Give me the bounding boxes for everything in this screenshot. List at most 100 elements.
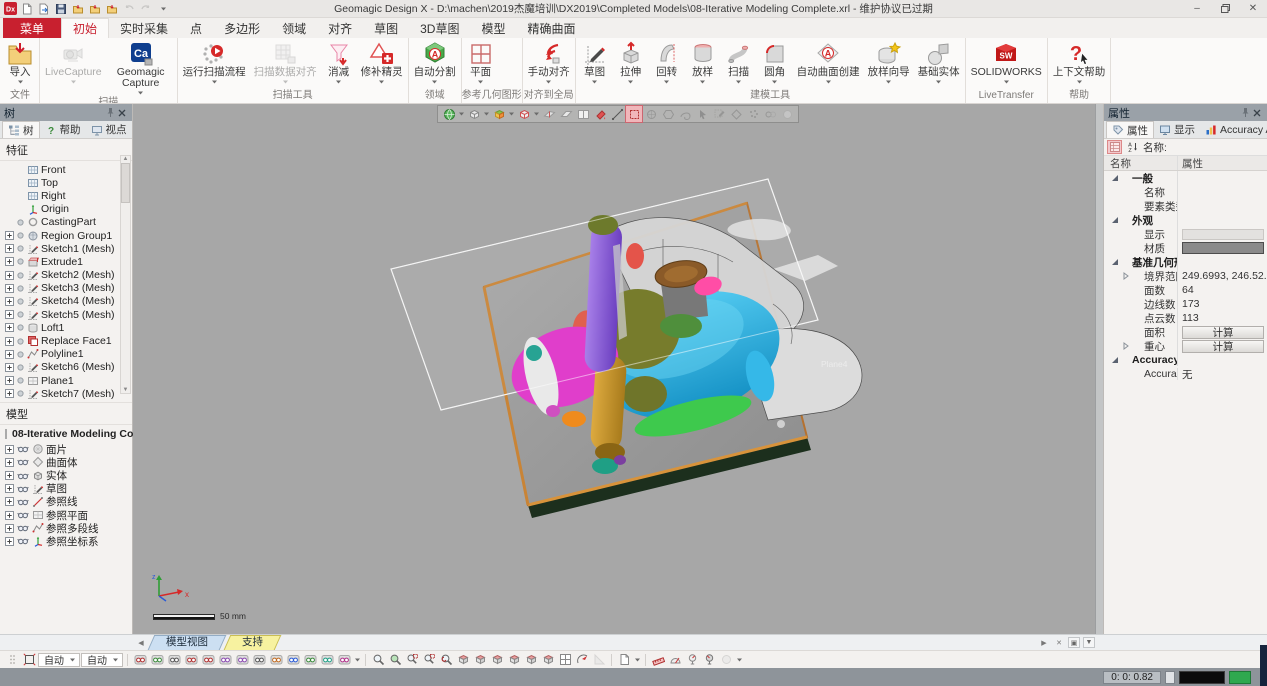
snap-mode-dropdown[interactable]: 自动	[81, 653, 123, 667]
ribbon-button[interactable]: 手动对齐	[524, 39, 574, 89]
feature-tree-item[interactable]: Sketch7 (Mesh)	[0, 387, 132, 400]
property-row[interactable]: 名称	[1104, 185, 1267, 199]
ribbon-button[interactable]: 回转	[649, 39, 685, 89]
show-hide-icon[interactable]	[16, 470, 29, 482]
redo-icon[interactable]	[139, 2, 153, 16]
visibility-toggle[interactable]	[132, 652, 148, 668]
viewport-tool[interactable]	[762, 106, 778, 122]
close-button[interactable]: ✕	[1239, 0, 1267, 17]
expander-icon[interactable]	[5, 350, 14, 359]
show-hide-icon[interactable]	[16, 509, 29, 521]
menu-button[interactable]: 菜单	[3, 18, 61, 38]
visibility-toggle[interactable]	[183, 652, 199, 668]
ribbon-button[interactable]: 平面	[463, 39, 499, 89]
feature-tree-item[interactable]: Replace Face1	[0, 334, 132, 347]
visibility-dot-icon[interactable]	[16, 219, 24, 226]
visibility-dot-icon[interactable]	[16, 311, 24, 318]
visibility-dot-icon[interactable]	[16, 232, 24, 239]
visibility-dot-icon[interactable]	[16, 245, 24, 252]
ribbon-button[interactable]: 运行扫描流程	[179, 39, 250, 89]
show-hide-icon[interactable]	[16, 522, 29, 534]
model-tree-item[interactable]: 参照平面	[0, 509, 132, 522]
ribbon-button[interactable]: 修补精灵	[357, 39, 407, 89]
ribbon-button[interactable]: A 自动分割	[410, 39, 460, 89]
compute-button[interactable]: 计算	[1182, 326, 1264, 339]
ribbon-button[interactable]: Ca Geomagic Capture	[106, 39, 176, 96]
property-row[interactable]: 面数 64 64	[1104, 283, 1267, 297]
visibility-dot-icon[interactable]	[16, 377, 24, 384]
feature-tree-item[interactable]: Sketch1 (Mesh)	[0, 242, 132, 255]
visibility-toggle[interactable]	[285, 652, 301, 668]
property-row[interactable]: 边线数 173 173	[1104, 297, 1267, 311]
ribbon-button[interactable]: 导入	[2, 39, 38, 89]
viewport-tool[interactable]	[592, 106, 608, 122]
tab-scroll-left-icon[interactable]: ◀	[135, 637, 147, 649]
viewport-tool[interactable]	[441, 106, 457, 122]
selection-filter-icon[interactable]	[21, 652, 37, 668]
open-folder3-icon[interactable]	[105, 2, 119, 16]
feature-tree-item[interactable]: Extrude1	[0, 255, 132, 268]
measure-tool[interactable]	[735, 652, 743, 668]
viewport-tool[interactable]	[558, 106, 574, 122]
viewport-tool[interactable]	[728, 106, 744, 122]
ribbon-tab[interactable]: 草图	[363, 18, 409, 38]
viewport-tool[interactable]	[466, 106, 482, 122]
feature-tree-item[interactable]: Sketch5 (Mesh)	[0, 308, 132, 321]
visibility-dot-icon[interactable]	[16, 298, 24, 305]
visibility-toggle[interactable]	[234, 652, 250, 668]
expander-icon[interactable]	[5, 389, 14, 398]
viewport-tool[interactable]	[458, 106, 465, 122]
feature-tree-item[interactable]: Sketch2 (Mesh)	[0, 269, 132, 282]
ribbon-button[interactable]: ? 上下文帮助	[1049, 39, 1110, 89]
model-tree-item[interactable]: 面片	[0, 443, 132, 456]
visibility-dot-icon[interactable]	[16, 390, 24, 397]
tree-panel-tab[interactable]: 视点	[86, 121, 132, 138]
expander-icon[interactable]	[5, 484, 14, 493]
expander-icon[interactable]	[5, 231, 14, 240]
property-row[interactable]: 点云数 113 113	[1104, 311, 1267, 325]
group-expand-icon[interactable]	[1110, 258, 1119, 266]
visibility-dot-icon[interactable]	[16, 351, 24, 358]
property-row[interactable]: Accuracy Ana... 无 无	[1104, 367, 1267, 381]
expander-icon[interactable]	[5, 363, 14, 372]
compute-button[interactable]: 计算	[1182, 340, 1264, 353]
view-tool[interactable]	[472, 652, 488, 668]
expander-icon[interactable]	[5, 458, 14, 467]
property-row[interactable]: 基准几何形状	[1104, 255, 1267, 269]
expander-icon[interactable]	[5, 376, 14, 385]
feature-tree-item[interactable]: Polyline1	[0, 348, 132, 361]
ribbon-button[interactable]: 消减	[321, 39, 357, 89]
viewport-3d-scene[interactable]: Plane4	[133, 104, 1103, 634]
measure-tool[interactable]	[684, 652, 700, 668]
viewport-tool[interactable]	[533, 106, 540, 122]
feature-tree-item[interactable]: Sketch3 (Mesh)	[0, 282, 132, 295]
selection-mode-dropdown[interactable]: 自动	[38, 653, 80, 667]
visibility-toggle[interactable]	[149, 652, 165, 668]
show-hide-icon[interactable]	[16, 483, 29, 495]
property-row[interactable]: 一般	[1104, 171, 1267, 185]
viewport-scrollbar[interactable]	[1095, 104, 1103, 634]
view-tool[interactable]	[489, 652, 505, 668]
capture-tool[interactable]	[616, 652, 632, 668]
view-tool[interactable]	[557, 652, 573, 668]
viewport-tool[interactable]	[745, 106, 761, 122]
viewport-tool[interactable]	[483, 106, 490, 122]
sort-alpha-icon[interactable]: AZ	[1125, 140, 1140, 154]
viewport[interactable]: Plane4 x z 50 mm	[133, 104, 1103, 634]
feature-tree-item[interactable]: Sketch4 (Mesh)	[0, 295, 132, 308]
model-tree-item[interactable]: 草图	[0, 482, 132, 495]
ribbon-tab[interactable]: 初始	[61, 18, 109, 38]
capture-tool[interactable]	[633, 652, 641, 668]
group-expand-icon[interactable]	[1110, 174, 1119, 182]
viewport-tool[interactable]	[508, 106, 515, 122]
model-tree-item[interactable]: 曲面体	[0, 456, 132, 469]
property-row[interactable]: 重心 计算 计算	[1104, 339, 1267, 353]
close-panel-icon[interactable]	[116, 107, 128, 119]
ribbon-tab[interactable]: 精确曲面	[516, 18, 586, 38]
view-tool[interactable]	[455, 652, 471, 668]
visibility-dot-icon[interactable]	[16, 258, 24, 265]
zoom-tool[interactable]	[438, 652, 454, 668]
tree-panel-tab[interactable]: ? 帮助	[40, 121, 86, 138]
dx-logo[interactable]: Dx	[3, 2, 17, 16]
properties-panel-tab[interactable]: 属性	[1106, 121, 1154, 138]
